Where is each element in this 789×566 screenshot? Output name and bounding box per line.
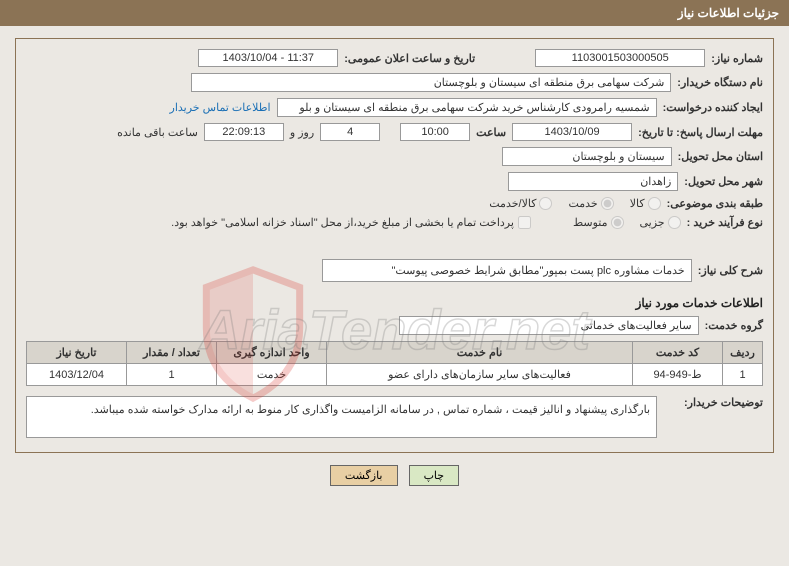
row-process: نوع فرآیند خرید : جزیی متوسط پرداخت تمام… [26, 216, 763, 229]
th-name: نام خدمت [327, 342, 633, 364]
deadline-label: مهلت ارسال پاسخ: تا تاریخ: [638, 126, 763, 139]
announce-datetime-field: 1403/10/04 - 11:37 [198, 49, 338, 67]
city-field: زاهدان [508, 172, 678, 191]
announce-datetime-label: تاریخ و ساعت اعلان عمومی: [344, 52, 475, 65]
buyer-org-label: نام دستگاه خریدار: [677, 76, 763, 89]
row-explanation: توضیحات خریدار: بارگذاری پیشنهاد و انالی… [26, 396, 763, 438]
th-code: کد خدمت [633, 342, 723, 364]
th-unit: واحد اندازه گیری [217, 342, 327, 364]
category-radio-group: کالا خدمت کالا/خدمت [477, 197, 660, 210]
back-button[interactable]: بازگشت [330, 465, 398, 486]
time-label: ساعت [476, 126, 506, 139]
row-category: طبقه بندی موضوعی: کالا خدمت کالا/خدمت [26, 197, 763, 210]
time-remaining-field: 22:09:13 [204, 123, 284, 141]
explanation-label: توضیحات خریدار: [663, 396, 763, 409]
button-row: چاپ بازگشت [0, 465, 789, 486]
radio-khedmat-label[interactable]: خدمت [568, 197, 613, 210]
td-name: فعالیت‌های سایر سازمان‌های دارای عضو [327, 364, 633, 386]
radio-khedmat[interactable] [601, 197, 614, 210]
deadline-time-field: 10:00 [400, 123, 470, 141]
need-number-field: 1103001503000505 [535, 49, 705, 67]
main-content: AriaTender.net شماره نیاز: 1103001503000… [15, 38, 774, 453]
row-buyer-org: نام دستگاه خریدار: شرکت سهامی برق منطقه … [26, 73, 763, 92]
explanation-box: بارگذاری پیشنهاد و انالیز قیمت ، شماره ت… [26, 396, 657, 438]
payment-note-row: پرداخت تمام یا بخشی از مبلغ خرید،از محل … [171, 216, 531, 229]
province-field: سیستان و بلوچستان [502, 147, 672, 166]
page-title: جزئیات اطلاعات نیاز [678, 6, 779, 20]
category-label: طبقه بندی موضوعی: [667, 197, 763, 210]
radio-medium-label[interactable]: متوسط [573, 216, 624, 229]
row-creator: ایجاد کننده درخواست: شمسیه رامرودی کارشن… [26, 98, 763, 117]
td-unit: خدمت [217, 364, 327, 386]
td-code: ط-949-94 [633, 364, 723, 386]
days-text: روز و [290, 126, 314, 139]
row-need-number: شماره نیاز: 1103001503000505 تاریخ و ساع… [26, 49, 763, 67]
services-table: ردیف کد خدمت نام خدمت واحد اندازه گیری ت… [26, 341, 763, 386]
row-summary: شرح کلی نیاز: خدمات مشاوره plc پست بمپور… [26, 259, 763, 282]
th-row: ردیف [723, 342, 763, 364]
row-city: شهر محل تحویل: زاهدان [26, 172, 763, 191]
radio-both[interactable] [539, 197, 552, 210]
province-label: استان محل تحویل: [678, 150, 763, 163]
creator-field: شمسیه رامرودی کارشناس خرید شرکت سهامی بر… [277, 98, 657, 117]
th-date: تاریخ نیاز [27, 342, 127, 364]
th-qty: تعداد / مقدار [127, 342, 217, 364]
payment-note-text: پرداخت تمام یا بخشی از مبلغ خرید،از محل … [171, 216, 514, 229]
payment-checkbox[interactable] [518, 216, 531, 229]
service-group-field: سایر فعالیت‌های خدماتی [399, 316, 699, 335]
row-service-group: گروه خدمت: سایر فعالیت‌های خدماتی [26, 316, 763, 335]
process-radio-group: جزیی متوسط [561, 216, 681, 229]
radio-kala-label[interactable]: کالا [630, 197, 661, 210]
radio-partial-label[interactable]: جزیی [640, 216, 681, 229]
service-group-label: گروه خدمت: [705, 319, 763, 332]
radio-partial[interactable] [668, 216, 681, 229]
city-label: شهر محل تحویل: [684, 175, 763, 188]
td-row: 1 [723, 364, 763, 386]
radio-medium[interactable] [611, 216, 624, 229]
buyer-contact-link[interactable]: اطلاعات تماس خریدار [170, 101, 271, 114]
creator-label: ایجاد کننده درخواست: [663, 101, 763, 114]
days-remaining-field: 4 [320, 123, 380, 141]
services-section-title: اطلاعات خدمات مورد نیاز [26, 296, 763, 310]
process-label: نوع فرآیند خرید : [687, 216, 763, 229]
radio-both-label[interactable]: کالا/خدمت [489, 197, 552, 210]
td-date: 1403/12/04 [27, 364, 127, 386]
buyer-org-field: شرکت سهامی برق منطقه ای سیستان و بلوچستا… [191, 73, 671, 92]
deadline-date-field: 1403/10/09 [512, 123, 632, 141]
summary-field: خدمات مشاوره plc پست بمپور"مطابق شرایط خ… [322, 259, 692, 282]
row-deadline: مهلت ارسال پاسخ: تا تاریخ: 1403/10/09 سا… [26, 123, 763, 141]
table-header-row: ردیف کد خدمت نام خدمت واحد اندازه گیری ت… [27, 342, 763, 364]
summary-label: شرح کلی نیاز: [698, 264, 763, 277]
print-button[interactable]: چاپ [409, 465, 460, 486]
td-qty: 1 [127, 364, 217, 386]
radio-kala[interactable] [648, 197, 661, 210]
need-number-label: شماره نیاز: [711, 52, 763, 65]
page-header: جزئیات اطلاعات نیاز [0, 0, 789, 26]
row-province: استان محل تحویل: سیستان و بلوچستان [26, 147, 763, 166]
remaining-text: ساعت باقی مانده [117, 126, 198, 139]
table-row: 1 ط-949-94 فعالیت‌های سایر سازمان‌های دا… [27, 364, 763, 386]
